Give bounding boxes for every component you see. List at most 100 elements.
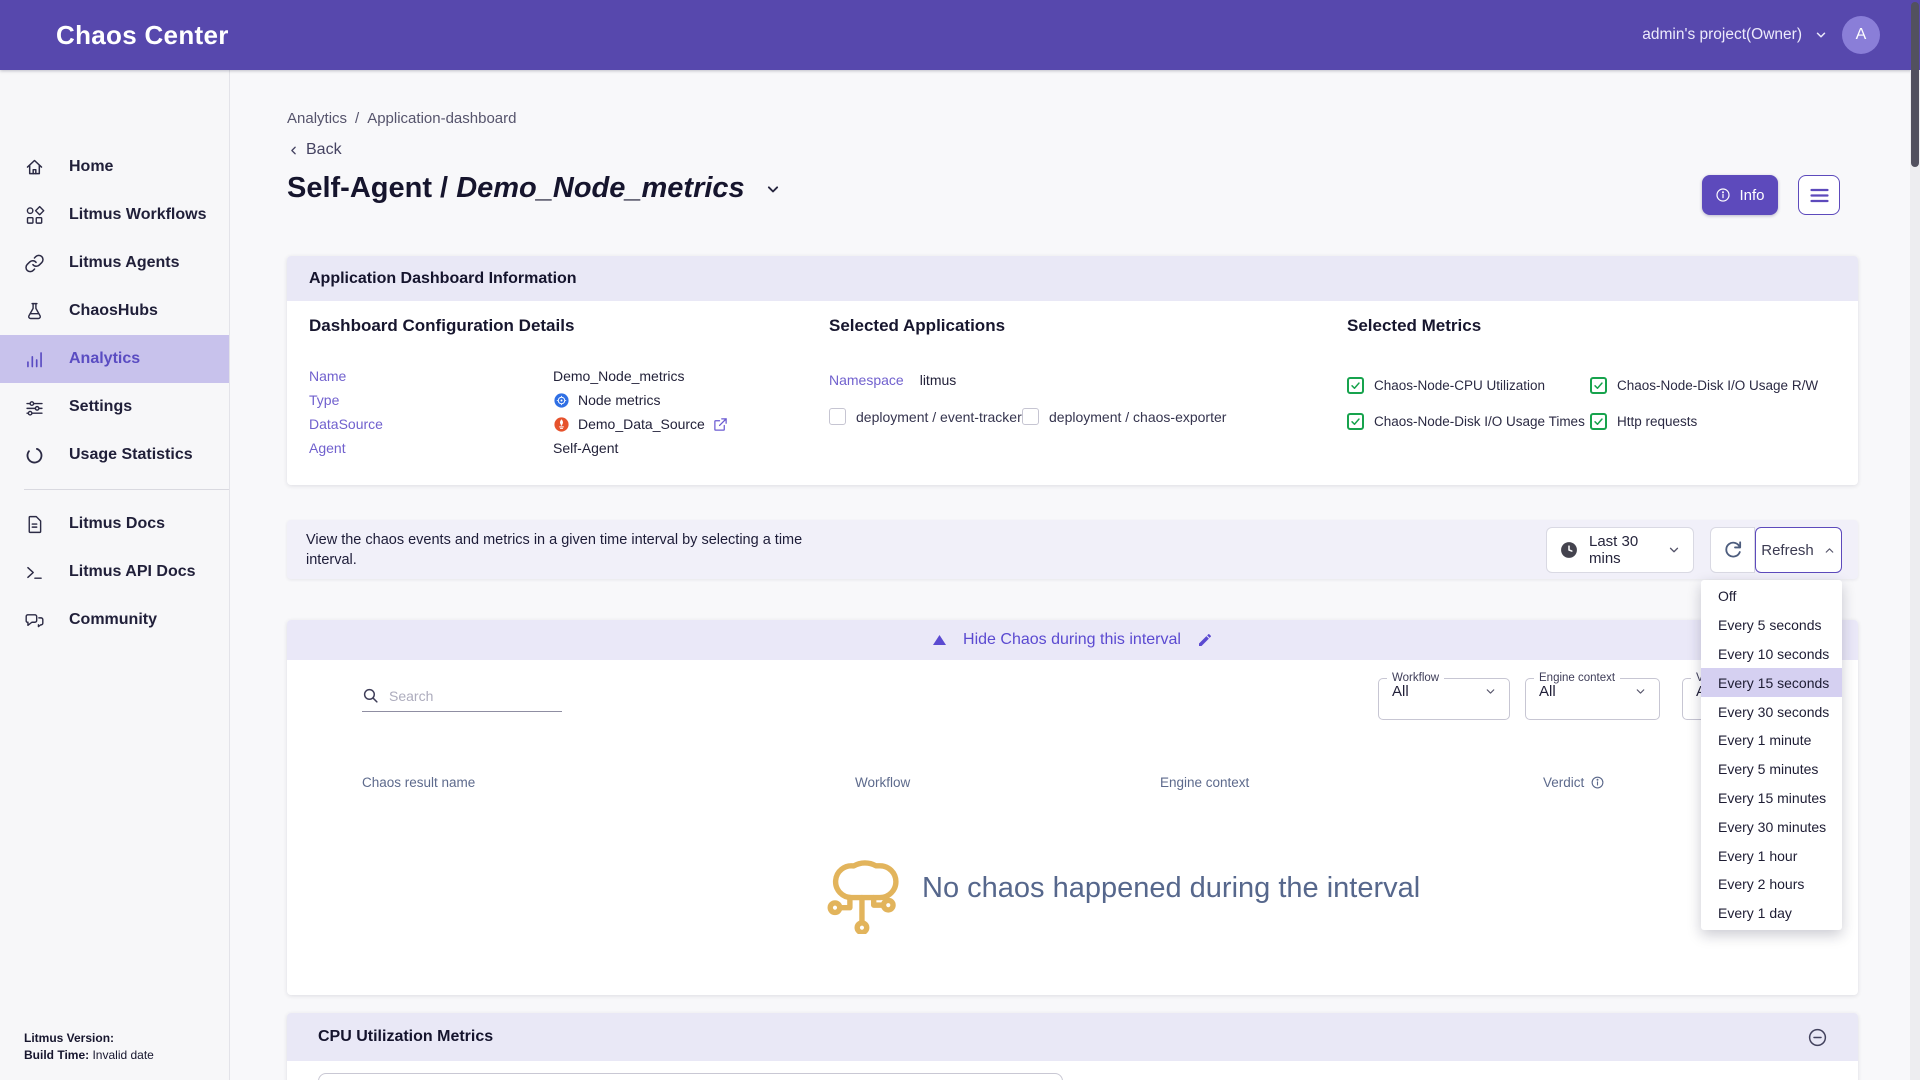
avatar[interactable]: A <box>1842 16 1880 54</box>
config-datasource-value: Demo_Data_Source <box>578 416 705 432</box>
hide-chaos-bar: Hide Chaos during this interval <box>287 620 1858 660</box>
checkbox-chaos-exporter[interactable] <box>1022 408 1039 425</box>
cpu-utilization-panel: CPU Utilization Metrics <box>287 1013 1858 1080</box>
time-range-select[interactable]: Last 30 mins <box>1546 527 1694 573</box>
sidebar-item-litmus-docs[interactable]: Litmus Docs <box>0 500 229 548</box>
chaoshubs-icon <box>24 301 45 322</box>
checkbox-disk-io-rw[interactable] <box>1590 377 1607 394</box>
config-datasource-label: DataSource <box>309 416 553 432</box>
menu-item-off[interactable]: Off <box>1701 582 1842 611</box>
checkbox-cpu-utilization[interactable] <box>1347 377 1364 394</box>
namespace-value: litmus <box>920 372 957 388</box>
menu-item-every-30-seconds[interactable]: Every 30 seconds <box>1701 697 1842 726</box>
application-dashboard-information-panel: Application Dashboard Information Dashbo… <box>287 256 1858 485</box>
sidebar-item-litmus-agents[interactable]: Litmus Agents <box>0 239 229 287</box>
refresh-now-button[interactable] <box>1710 527 1755 573</box>
interval-description: View the chaos events and metrics in a g… <box>306 530 846 570</box>
column-workflow: Workflow <box>855 775 910 790</box>
sidebar-item-settings[interactable]: Settings <box>0 383 229 431</box>
refresh-rate-menu: Off Every 5 seconds Every 10 seconds Eve… <box>1701 580 1842 930</box>
collapse-triangle-icon[interactable] <box>932 634 947 646</box>
sidebar-item-usage-statistics[interactable]: Usage Statistics <box>0 431 229 479</box>
project-selector-label: admin's project(Owner) <box>1642 26 1802 44</box>
config-agent-value: Self-Agent <box>553 440 618 456</box>
engine-context-filter[interactable]: Engine context All <box>1525 672 1660 720</box>
checkbox-event-tracker[interactable] <box>829 408 846 425</box>
workflow-filter-value: All <box>1392 683 1409 700</box>
breadcrumb-separator: / <box>355 110 359 127</box>
config-name-label: Name <box>309 368 553 384</box>
cpu-panel-header: CPU Utilization Metrics <box>287 1013 1858 1061</box>
analytics-icon <box>24 349 45 370</box>
dashboard-options-button[interactable] <box>1798 175 1840 215</box>
check-icon <box>1593 416 1604 427</box>
menu-item-every-30-minutes[interactable]: Every 30 minutes <box>1701 812 1842 841</box>
top-bar: Chaos Center admin's project(Owner) A <box>0 0 1920 70</box>
hamburger-icon <box>1810 188 1829 203</box>
empty-message: No chaos happened during the interval <box>922 872 1420 905</box>
menu-item-every-1-hour[interactable]: Every 1 hour <box>1701 841 1842 870</box>
build-time-value: Invalid date <box>92 1048 153 1062</box>
metric-http-label: Http requests <box>1617 414 1697 429</box>
sidebar: Home Litmus Workflows Litmus Agents Chao… <box>0 70 230 1080</box>
cloud-network-icon <box>822 842 900 934</box>
info-icon <box>1715 187 1731 203</box>
edit-pencil-icon[interactable] <box>1197 632 1213 648</box>
title-chevron-down-icon[interactable] <box>763 179 783 199</box>
sidebar-item-litmus-api-docs[interactable]: Litmus API Docs <box>0 548 229 596</box>
menu-item-every-10-seconds[interactable]: Every 10 seconds <box>1701 640 1842 669</box>
menu-item-every-15-seconds[interactable]: Every 15 seconds <box>1701 668 1842 697</box>
build-time-label: Build Time: <box>24 1048 89 1062</box>
column-engine-context: Engine context <box>1160 775 1249 790</box>
config-name-value: Demo_Node_metrics <box>553 368 685 384</box>
clock-icon <box>1559 540 1579 560</box>
checkbox-disk-io-times[interactable] <box>1347 413 1364 430</box>
docs-icon <box>24 514 45 535</box>
breadcrumb-analytics[interactable]: Analytics <box>287 110 347 127</box>
empty-state: No chaos happened during the interval <box>822 842 1420 934</box>
collapse-minus-icon[interactable] <box>1807 1027 1828 1048</box>
dashboard-name: Demo_Node_metrics <box>456 172 745 204</box>
project-selector[interactable]: admin's project(Owner) <box>1642 26 1828 44</box>
scrollbar-thumb[interactable] <box>1911 2 1919 167</box>
menu-item-every-2-hours[interactable]: Every 2 hours <box>1701 870 1842 899</box>
breadcrumb: Analytics / Application-dashboard <box>287 110 516 127</box>
info-button[interactable]: Info <box>1702 175 1778 215</box>
sidebar-item-home[interactable]: Home <box>0 143 229 191</box>
usage-statistics-icon <box>24 445 45 466</box>
config-type-label: Type <box>309 392 553 408</box>
refresh-rate-button[interactable]: Refresh <box>1755 527 1842 573</box>
chevron-down-icon <box>1667 543 1681 557</box>
time-range-value: Last 30 mins <box>1589 533 1657 567</box>
search-input[interactable] <box>389 688 549 704</box>
sidebar-item-analytics[interactable]: Analytics <box>0 335 229 383</box>
back-button[interactable]: Back <box>287 141 342 159</box>
agent-name: Self-Agent / <box>287 172 448 204</box>
check-icon <box>1350 380 1361 391</box>
sidebar-item-litmus-workflows[interactable]: Litmus Workflows <box>0 191 229 239</box>
menu-item-every-15-minutes[interactable]: Every 15 minutes <box>1701 784 1842 813</box>
chevron-down-icon <box>1634 685 1647 698</box>
sidebar-item-community[interactable]: Community <box>0 596 229 644</box>
home-icon <box>24 157 45 178</box>
menu-item-every-1-day[interactable]: Every 1 day <box>1701 899 1842 928</box>
time-interval-bar: View the chaos events and metrics in a g… <box>287 520 1858 579</box>
workflow-filter[interactable]: Workflow All <box>1378 672 1510 720</box>
scrollbar-track[interactable] <box>1910 70 1920 1080</box>
cpu-chart-container <box>318 1073 1063 1080</box>
menu-item-every-1-minute[interactable]: Every 1 minute <box>1701 726 1842 755</box>
verdict-info-icon[interactable] <box>1590 775 1605 790</box>
checkbox-http-requests[interactable] <box>1590 413 1607 430</box>
menu-item-every-5-minutes[interactable]: Every 5 minutes <box>1701 755 1842 784</box>
external-link-icon[interactable] <box>713 417 728 432</box>
sidebar-item-chaoshubs[interactable]: ChaosHubs <box>0 287 229 335</box>
sidebar-divider <box>24 489 229 490</box>
settings-icon <box>24 397 45 418</box>
refresh-rate-label: Refresh <box>1761 542 1814 559</box>
chaos-center-app: Chaos Center admin's project(Owner) A Ho… <box>0 0 1920 1080</box>
menu-item-every-5-seconds[interactable]: Every 5 seconds <box>1701 611 1842 640</box>
breadcrumb-current: Application-dashboard <box>367 110 516 127</box>
chevron-left-icon <box>287 144 300 157</box>
hide-chaos-label[interactable]: Hide Chaos during this interval <box>963 631 1181 649</box>
chevron-down-icon <box>1484 685 1497 698</box>
